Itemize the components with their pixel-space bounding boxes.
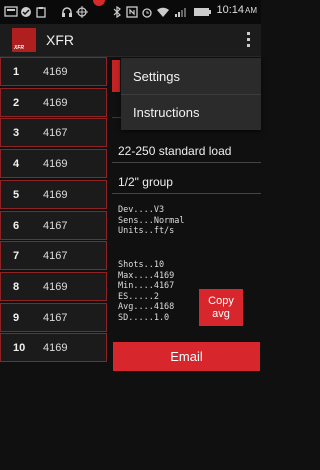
nfc-icon bbox=[126, 6, 138, 18]
menu-item-settings[interactable]: Settings bbox=[121, 59, 261, 94]
overflow-menu: Settings Instructions bbox=[121, 58, 261, 130]
check-icon bbox=[21, 7, 31, 17]
action-bar: XFR XFR bbox=[0, 24, 261, 57]
shot-velocity: 4169 bbox=[43, 96, 68, 109]
shot-velocity: 4169 bbox=[43, 342, 68, 355]
menu-item-instructions[interactable]: Instructions bbox=[121, 95, 261, 130]
shot-number: 8 bbox=[13, 280, 20, 293]
shot-velocity: 4169 bbox=[43, 66, 68, 78]
active-indicator bbox=[112, 60, 120, 92]
shot-row[interactable]: 10 4169 bbox=[0, 333, 107, 363]
shot-velocity: 4169 bbox=[43, 188, 68, 201]
copy-avg-button[interactable]: Copy avg bbox=[199, 289, 243, 326]
load-field[interactable]: 22-250 standard load bbox=[112, 139, 261, 163]
shot-row[interactable]: 9 4167 bbox=[0, 302, 107, 332]
notification-indicator bbox=[93, 0, 105, 6]
status-bar: 10:14AM bbox=[0, 0, 261, 24]
shot-number: 4 bbox=[13, 158, 20, 171]
wifi-icon bbox=[157, 7, 169, 17]
shot-row[interactable]: 1 4169 bbox=[0, 57, 107, 86]
shot-number: 6 bbox=[13, 219, 20, 232]
shot-velocity: 4169 bbox=[43, 280, 68, 293]
shot-number: 7 bbox=[13, 250, 20, 263]
device-info: Dev....V3 Sens...Normal Units..ft/s bbox=[118, 205, 185, 236]
bluetooth-icon bbox=[113, 6, 121, 18]
shot-number: 3 bbox=[13, 127, 20, 140]
app-title: XFR bbox=[46, 32, 74, 48]
shot-row[interactable]: 2 4169 bbox=[0, 87, 107, 117]
shot-row[interactable]: 8 4169 bbox=[0, 271, 107, 301]
headset-icon bbox=[62, 7, 72, 17]
signal-icon bbox=[175, 8, 186, 17]
group-field[interactable]: 1/2" group bbox=[112, 170, 261, 194]
shot-velocity: 4167 bbox=[43, 219, 68, 232]
shot-row[interactable]: 6 4167 bbox=[0, 210, 107, 240]
shot-velocity: 4169 bbox=[43, 158, 68, 171]
clock: 10:14AM bbox=[216, 4, 257, 16]
battery-icon bbox=[194, 8, 211, 16]
clipboard-icon bbox=[36, 7, 46, 18]
shot-list: 1 4169 2 4169 3 4167 4 4169 5 4169 6 4167 7 4167 8 4169… bbox=[0, 57, 107, 470]
alarm-icon bbox=[142, 8, 152, 18]
gps-icon bbox=[76, 6, 88, 18]
shot-number: 9 bbox=[13, 311, 20, 324]
shot-number: 2 bbox=[13, 96, 20, 109]
app-logo[interactable]: XFR bbox=[12, 28, 36, 52]
shot-velocity: 4167 bbox=[43, 311, 68, 324]
email-button[interactable]: Email bbox=[113, 342, 260, 371]
shot-row[interactable]: 5 4169 bbox=[0, 179, 107, 209]
stats-block: Shots..10 Max....4169 Min....4167 ES....… bbox=[118, 260, 175, 323]
shot-number: 5 bbox=[13, 188, 20, 201]
shot-row[interactable]: 7 4167 bbox=[0, 241, 107, 271]
shot-number: 10 bbox=[13, 342, 26, 355]
shot-row[interactable]: 4 4169 bbox=[0, 149, 107, 179]
shot-row[interactable]: 3 4167 bbox=[0, 118, 107, 148]
shot-velocity: 4167 bbox=[43, 250, 68, 263]
message-icon bbox=[4, 6, 18, 17]
shot-number: 1 bbox=[13, 66, 20, 78]
shot-velocity: 4167 bbox=[43, 127, 68, 140]
overflow-menu-icon[interactable] bbox=[247, 32, 251, 48]
